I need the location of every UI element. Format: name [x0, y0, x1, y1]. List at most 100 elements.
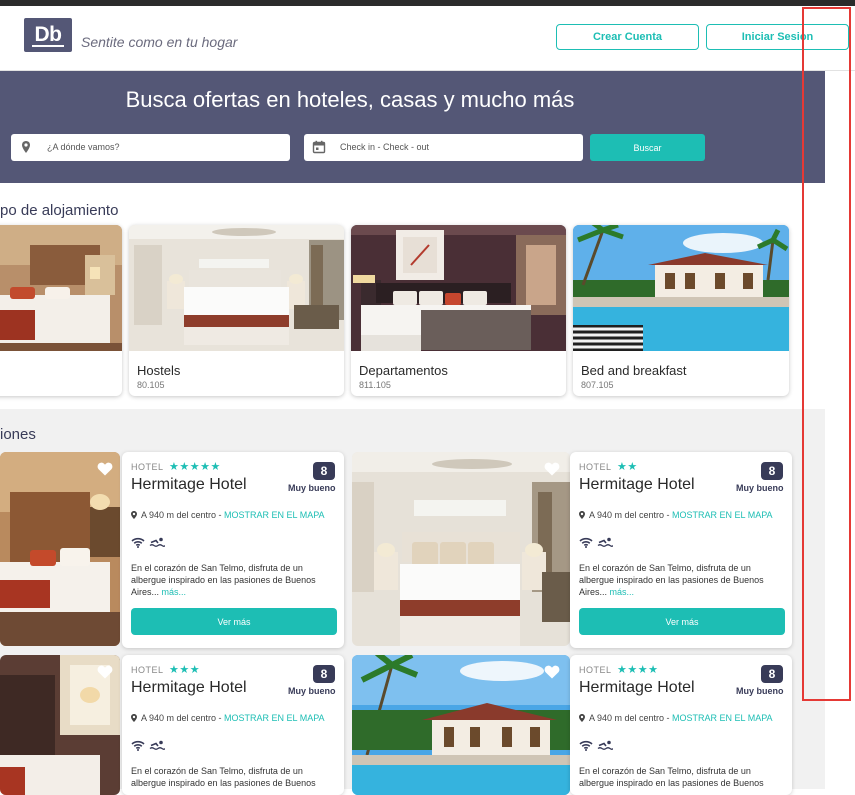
hotel-stars: ★★★★	[617, 663, 659, 676]
hotel-score: 8	[761, 462, 783, 480]
category-card-hotels[interactable]	[0, 225, 122, 396]
hotel-description: En el corazón de San Telmo, disfruta de …	[131, 562, 337, 598]
description-text: En el corazón de San Telmo, disfruta de …	[579, 563, 764, 597]
hotel-score: 8	[761, 665, 783, 683]
location-pin-icon	[579, 714, 585, 722]
hotel-category: HOTEL	[131, 462, 164, 472]
hotel-photo	[0, 452, 120, 646]
view-more-button[interactable]: Ver más	[131, 608, 337, 635]
hotel-rating-label: Muy bueno	[736, 483, 784, 493]
show-on-map-link[interactable]: MOSTRAR EN EL MAPA	[672, 713, 773, 723]
hotel-rating-label: Muy bueno	[288, 686, 336, 696]
hotel-description: En el corazón de San Telmo, disfruta de …	[579, 766, 764, 788]
location-pin-icon	[22, 141, 30, 153]
hotel-stars: ★★★	[169, 663, 201, 676]
calendar-icon	[312, 140, 326, 154]
read-more-link[interactable]: más...	[162, 587, 187, 597]
hotel-amenities	[131, 738, 165, 750]
wifi-icon	[131, 537, 145, 548]
pool-icon	[597, 537, 613, 548]
description-text: En el corazón de San Telmo, disfruta de …	[131, 563, 316, 597]
wifi-icon	[579, 537, 593, 548]
hero-title: Busca ofertas en hoteles, casas y mucho …	[125, 87, 575, 112]
hotel-card: HOTEL ★★ Hermitage Hotel 8 Muy bueno A 9…	[570, 452, 792, 648]
hotel-location: A 940 m del centro - MOSTRAR EN EL MAPA	[131, 509, 331, 521]
hotel-description: En el corazón de San Telmo, disfruta de …	[579, 562, 785, 598]
show-on-map-link[interactable]: MOSTRAR EN EL MAPA	[224, 713, 325, 723]
search-button[interactable]: Buscar	[590, 134, 705, 161]
pool-icon	[597, 740, 613, 751]
hotel-category: HOTEL	[579, 462, 612, 472]
hotel-category: HOTEL	[579, 665, 612, 675]
hotel-rating-label: Muy bueno	[288, 483, 336, 493]
hotel-rating-label: Muy bueno	[736, 686, 784, 696]
categories-section-title: po de alojamiento	[0, 202, 119, 219]
hotel-stars: ★★★★★	[169, 460, 221, 473]
category-card-bed-and-breakfast[interactable]: Bed and breakfast 807.105	[573, 225, 789, 396]
destination-placeholder: ¿A dónde vamos?	[47, 142, 120, 152]
category-name: Departamentos	[359, 363, 448, 378]
hotel-photo	[352, 655, 570, 795]
search-hero: Busca ofertas en hoteles, casas y mucho …	[0, 71, 825, 183]
pool-icon	[149, 537, 165, 548]
hotel-distance: A 940 m del centro -	[141, 510, 225, 520]
category-name: Bed and breakfast	[581, 363, 687, 378]
category-count: 80.105	[137, 380, 165, 390]
favorite-heart-icon[interactable]	[97, 462, 113, 476]
category-image	[129, 225, 344, 351]
hotel-image[interactable]	[352, 452, 570, 646]
category-count: 807.105	[581, 380, 614, 390]
category-count: 811.105	[359, 380, 391, 390]
location-pin-icon	[131, 511, 137, 519]
pool-icon	[149, 740, 165, 751]
favorite-heart-icon[interactable]	[544, 665, 560, 679]
show-on-map-link[interactable]: MOSTRAR EN EL MAPA	[672, 510, 773, 520]
favorite-heart-icon[interactable]	[544, 462, 560, 476]
category-image	[0, 225, 122, 351]
hotel-card: HOTEL ★★★ Hermitage Hotel 8 Muy bueno A …	[122, 655, 344, 795]
read-more-link[interactable]: más...	[610, 587, 635, 597]
hotel-name[interactable]: Hermitage Hotel	[131, 476, 247, 494]
show-on-map-link[interactable]: MOSTRAR EN EL MAPA	[224, 510, 325, 520]
hotel-name[interactable]: Hermitage Hotel	[579, 476, 695, 494]
location-pin-icon	[579, 511, 585, 519]
category-name: Hostels	[137, 363, 181, 378]
destination-input[interactable]: ¿A dónde vamos?	[11, 134, 290, 161]
site-tagline: Sentite como en tu hogar	[81, 34, 238, 50]
hotel-stars: ★★	[617, 460, 638, 473]
hotel-distance: A 940 m del centro -	[141, 713, 225, 723]
hotel-distance: A 940 m del centro -	[589, 510, 673, 520]
recommendations-section-title: iones	[0, 426, 36, 443]
hotel-score: 8	[313, 462, 335, 480]
hotel-category: HOTEL	[131, 665, 164, 675]
hotel-image[interactable]	[352, 655, 570, 795]
view-more-button[interactable]: Ver más	[579, 608, 785, 635]
dates-placeholder: Check in - Check - out	[340, 142, 430, 152]
category-card-hostels[interactable]: Hostels 80.105	[129, 225, 344, 396]
hotel-card: HOTEL ★★★★★ Hermitage Hotel 8 Muy bueno …	[122, 452, 344, 648]
site-logo[interactable]: Db	[24, 18, 72, 52]
hotel-photo	[352, 452, 570, 646]
hotel-amenities	[131, 535, 165, 547]
wifi-icon	[579, 740, 593, 751]
site-header: Db Sentite como en tu hogar Crear Cuenta…	[0, 6, 855, 71]
hotel-name[interactable]: Hermitage Hotel	[579, 679, 695, 697]
hotel-amenities	[579, 535, 613, 547]
category-image	[351, 225, 566, 351]
hotel-card: HOTEL ★★★★ Hermitage Hotel 8 Muy bueno A…	[570, 655, 792, 795]
dates-input[interactable]: Check in - Check - out	[304, 134, 583, 161]
create-account-button[interactable]: Crear Cuenta	[556, 24, 699, 50]
hotel-location: A 940 m del centro - MOSTRAR EN EL MAPA	[131, 712, 331, 724]
hotel-image[interactable]	[0, 452, 120, 646]
hotel-location: A 940 m del centro - MOSTRAR EN EL MAPA	[579, 509, 779, 521]
hotel-amenities	[579, 738, 613, 750]
hotel-name[interactable]: Hermitage Hotel	[131, 679, 247, 697]
hotel-description: En el corazón de San Telmo, disfruta de …	[131, 766, 316, 788]
category-card-apartments[interactable]: Departamentos 811.105	[351, 225, 566, 396]
hotel-score: 8	[313, 665, 335, 683]
favorite-heart-icon[interactable]	[97, 665, 113, 679]
highlight-annotation-box	[802, 7, 851, 701]
hotel-location: A 940 m del centro - MOSTRAR EN EL MAPA	[579, 712, 779, 724]
hotel-distance: A 940 m del centro -	[589, 713, 673, 723]
wifi-icon	[131, 740, 145, 751]
